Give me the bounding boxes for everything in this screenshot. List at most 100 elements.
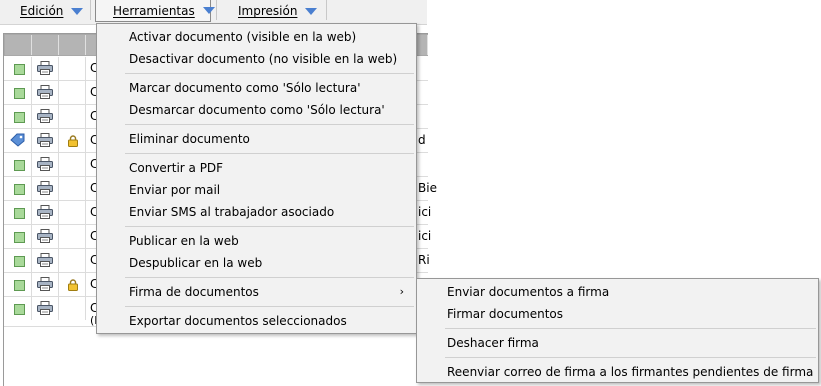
print-cell (32, 153, 59, 176)
status-green-icon (14, 88, 25, 99)
herramientas-label: Herramientas (113, 3, 195, 18)
print-cell (32, 81, 59, 104)
lock-cell (59, 105, 86, 128)
menu-item-convertir-pdf[interactable]: Convertir a PDF (97, 157, 416, 179)
status-green-icon (14, 256, 25, 267)
chevron-down-icon (202, 7, 215, 14)
lock-icon (67, 279, 79, 291)
printer-icon[interactable] (37, 301, 53, 315)
lock-cell (59, 201, 86, 224)
status-green-icon (14, 208, 25, 219)
printer-icon[interactable] (37, 157, 53, 171)
document-description-text: d (418, 133, 426, 147)
submenu-item-firmar-documentos[interactable]: Firmar documentos (417, 303, 818, 325)
menu-separator (125, 73, 414, 74)
menu-item-firma-documentos[interactable]: Firma de documentos › (97, 281, 416, 303)
status-cell (5, 153, 32, 176)
menu-item-enviar-sms[interactable]: Enviar SMS al trabajador asociado (97, 201, 416, 223)
lock-cell (59, 249, 86, 272)
submenu-item-reenviar-correo[interactable]: Reenviar correo de firma a los firmantes… (417, 361, 818, 383)
menu-separator (445, 357, 816, 358)
status-green-icon (14, 160, 25, 171)
impresion-label: Impresión (238, 4, 298, 18)
menu-separator (125, 153, 414, 154)
print-cell (32, 105, 59, 128)
column-header-print[interactable] (32, 35, 59, 55)
firma-documentos-label: Firma de documentos (129, 285, 259, 299)
status-cell (5, 297, 32, 320)
status-green-icon (14, 64, 25, 75)
document-description-text: Ri (418, 253, 430, 267)
menu-item-eliminar-documento[interactable]: Eliminar documento (97, 128, 416, 150)
submenu-item-deshacer-firma[interactable]: Deshacer firma (417, 332, 818, 354)
status-cell (5, 249, 32, 272)
chevron-right-icon: › (399, 285, 404, 298)
menu-separator (125, 124, 414, 125)
herramientas-menu-button[interactable]: Herramientas (95, 0, 215, 22)
status-green-icon (14, 112, 25, 123)
herramientas-dropdown-menu: Activar documento (visible en la web) De… (96, 23, 417, 334)
menu-item-despublicar-web[interactable]: Despublicar en la web (97, 252, 416, 274)
menu-item-publicar-web[interactable]: Publicar en la web (97, 230, 416, 252)
menu-item-exportar-documentos[interactable]: Exportar documentos seleccionados (97, 310, 416, 332)
printer-icon[interactable] (37, 61, 53, 75)
print-cell (32, 201, 59, 224)
print-cell (32, 129, 59, 152)
impresion-menu-button[interactable]: Impresión (226, 0, 318, 22)
print-cell (32, 225, 59, 248)
lock-cell (59, 153, 86, 176)
lock-cell (59, 297, 86, 320)
toolbar-divider (216, 0, 217, 20)
print-cell (32, 249, 59, 272)
toolbar-divider (326, 0, 327, 20)
status-green-icon (14, 232, 25, 243)
menu-item-activar-documento[interactable]: Activar documento (visible en la web) (97, 26, 416, 48)
status-cell (5, 57, 32, 80)
status-green-icon (14, 304, 25, 315)
status-cell (5, 129, 32, 152)
lock-cell (59, 81, 86, 104)
printer-icon[interactable] (37, 181, 53, 195)
printer-icon[interactable] (37, 229, 53, 243)
print-cell (32, 177, 59, 200)
status-cell (5, 105, 32, 128)
printer-icon[interactable] (37, 277, 53, 291)
lock-cell (59, 225, 86, 248)
menu-separator (125, 277, 414, 278)
menu-separator (125, 306, 414, 307)
print-cell (32, 273, 59, 296)
printer-icon[interactable] (37, 109, 53, 123)
document-description-text: ici (418, 205, 432, 219)
firma-documentos-submenu: Enviar documentos a firma Firmar documen… (416, 278, 819, 383)
document-description-text: ici (418, 229, 432, 243)
column-header-status[interactable] (5, 35, 32, 55)
menu-item-enviar-mail[interactable]: Enviar por mail (97, 179, 416, 201)
status-green-icon (14, 280, 25, 291)
menu-item-desactivar-documento[interactable]: Desactivar documento (no visible en la w… (97, 48, 416, 70)
submenu-item-enviar-firma[interactable]: Enviar documentos a firma (417, 281, 818, 303)
status-cell (5, 177, 32, 200)
lock-cell (59, 57, 86, 80)
lock-cell (59, 177, 86, 200)
edicion-menu-button[interactable]: Edición (10, 0, 86, 22)
lock-cell (59, 129, 86, 152)
printer-icon[interactable] (37, 133, 53, 147)
printer-icon[interactable] (37, 253, 53, 267)
status-cell (5, 225, 32, 248)
lock-icon (67, 135, 79, 147)
column-header-lock[interactable] (59, 35, 86, 55)
document-description-text: Bie (418, 181, 437, 195)
printer-icon[interactable] (37, 205, 53, 219)
toolbar: Edición Herramientas Impresión (0, 0, 427, 25)
status-green-icon (14, 184, 25, 195)
chevron-down-icon (71, 7, 84, 15)
chevron-down-icon (305, 7, 318, 15)
print-cell (32, 57, 59, 80)
printer-icon[interactable] (37, 85, 53, 99)
edicion-label: Edición (20, 4, 64, 18)
menu-item-marcar-solo-lectura[interactable]: Marcar documento como 'Sólo lectura' (97, 77, 416, 99)
status-cell (5, 201, 32, 224)
menu-separator (445, 328, 816, 329)
status-cell (5, 81, 32, 104)
menu-item-desmarcar-solo-lectura[interactable]: Desmarcar documento como 'Sólo lectura' (97, 99, 416, 121)
